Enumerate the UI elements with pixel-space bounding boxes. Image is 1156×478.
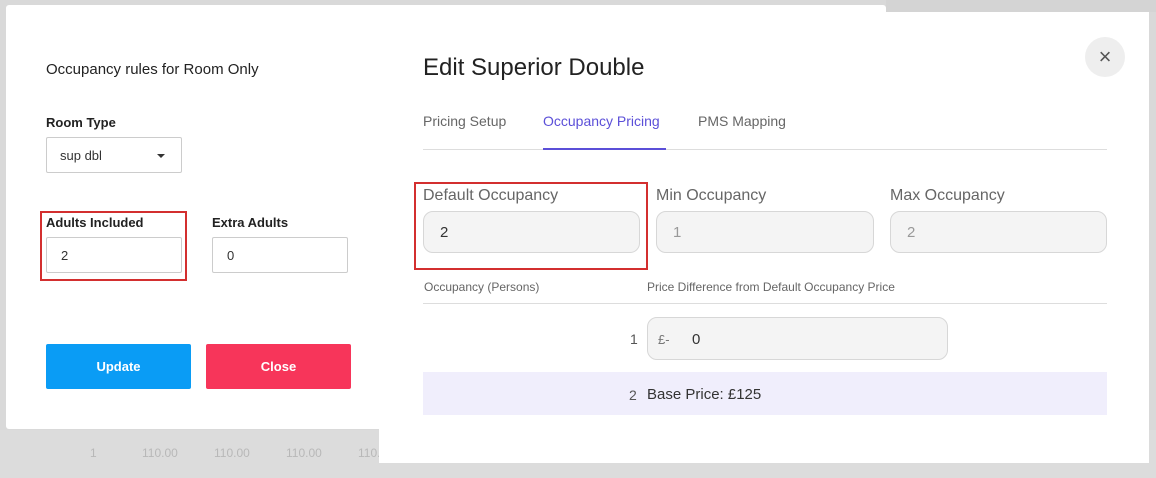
occupancy-row-persons: 2 — [629, 387, 637, 403]
base-price-text: Base Price: £125 — [647, 386, 762, 403]
room-type-value: sup dbl — [60, 148, 102, 163]
bg-cell: 110.00 — [286, 446, 322, 460]
update-button[interactable]: Update — [46, 344, 191, 389]
room-type-label: Room Type — [46, 115, 116, 130]
tabs-divider — [423, 149, 1107, 150]
close-button[interactable]: Close — [206, 344, 351, 389]
default-occupancy-input[interactable]: 2 — [423, 211, 640, 253]
base-price-row — [423, 372, 1107, 415]
currency-prefix: £- — [658, 332, 670, 347]
min-occupancy-input[interactable]: 1 — [656, 211, 874, 253]
active-tab-indicator — [543, 148, 666, 150]
extra-adults-label: Extra Adults — [212, 215, 289, 230]
extra-adults-input[interactable]: 0 — [212, 237, 348, 273]
price-difference-value: 0 — [692, 331, 701, 348]
adults-included-input[interactable]: 2 — [46, 237, 182, 273]
edit-room-modal: Edit Superior Double × Pricing Setup Occ… — [379, 12, 1149, 463]
modal-title: Occupancy rules for Room Only — [46, 61, 259, 78]
modal-title: Edit Superior Double — [423, 54, 645, 81]
close-icon[interactable]: × — [1085, 37, 1125, 77]
header-divider — [423, 303, 1107, 304]
caret-down-icon — [157, 154, 165, 158]
price-difference-input[interactable]: £- 0 — [647, 317, 948, 360]
bg-cell: 110.00 — [214, 446, 250, 460]
min-occupancy-label: Min Occupancy — [656, 187, 767, 204]
background-strip — [886, 0, 1156, 12]
bg-cell: 1 — [90, 446, 97, 460]
tab-pricing-setup[interactable]: Pricing Setup — [423, 113, 506, 129]
column-header-price-difference: Price Difference from Default Occupancy … — [647, 280, 895, 294]
adults-included-label: Adults Included — [46, 215, 144, 230]
max-occupancy-label: Max Occupancy — [890, 187, 1005, 204]
bg-cell: 110.00 — [142, 446, 178, 460]
tab-pms-mapping[interactable]: PMS Mapping — [698, 113, 786, 129]
max-occupancy-input[interactable]: 2 — [890, 211, 1107, 253]
room-type-select[interactable]: sup dbl — [46, 137, 182, 173]
default-occupancy-label: Default Occupancy — [423, 187, 559, 204]
column-header-occupancy: Occupancy (Persons) — [424, 280, 540, 294]
tab-occupancy-pricing[interactable]: Occupancy Pricing — [543, 113, 660, 129]
occupancy-row-persons: 1 — [630, 331, 638, 347]
